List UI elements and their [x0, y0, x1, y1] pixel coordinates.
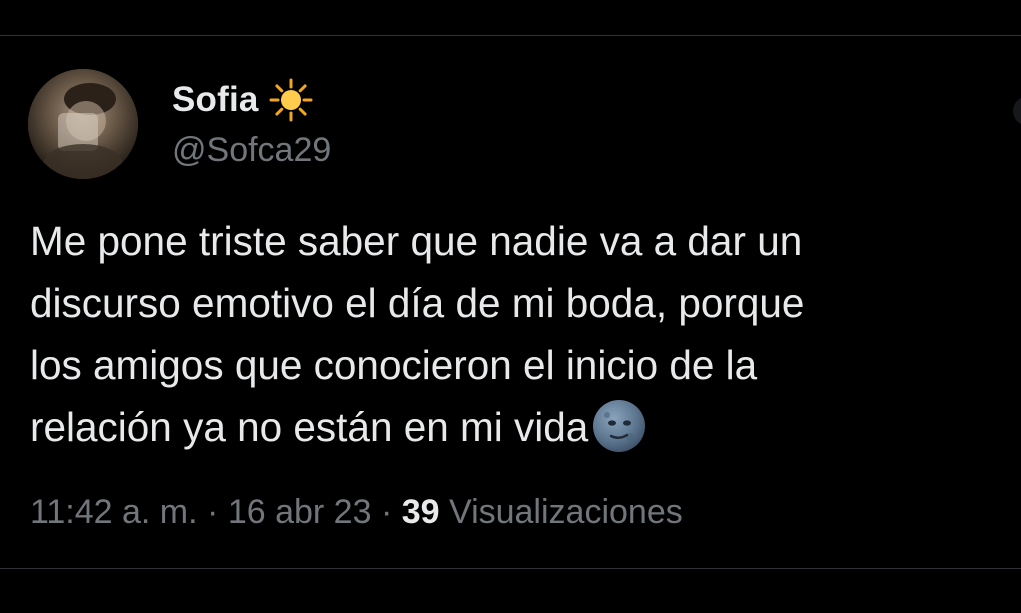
more-options-button[interactable] — [1013, 97, 1021, 125]
tweet-time[interactable]: 11:42 a. m. — [30, 493, 198, 531]
new-moon-face-icon — [593, 400, 646, 452]
tweet-text-line-last: relación ya no están en mi vida — [30, 396, 1015, 458]
more-options-icon — [1013, 97, 1021, 125]
tweet-text-line: discurso emotivo el día de mi boda, porq… — [30, 280, 805, 326]
author-handle[interactable]: @Sofca29 — [172, 128, 331, 172]
avatar[interactable] — [28, 69, 138, 179]
tweet-text-line: relación ya no están en mi vida — [30, 404, 589, 450]
meta-separator: · — [380, 493, 393, 531]
tweet-text-line: Me pone triste saber que nadie va a dar … — [30, 218, 803, 264]
bottom-divider — [0, 568, 1021, 569]
author-name[interactable]: Sofia — [172, 80, 259, 120]
avatar-photo — [28, 69, 138, 179]
views-label: Visualizaciones — [449, 493, 683, 531]
tweet-text-line: los amigos que conocieron el inicio de l… — [30, 342, 758, 388]
tweet-text: Me pone triste saber que nadie va a dar … — [30, 210, 1015, 458]
tweet-date[interactable]: 16 abr 23 — [228, 493, 372, 531]
views-count[interactable]: 39 — [402, 493, 440, 531]
meta-separator: · — [207, 493, 219, 531]
tweet-meta: 11:42 a. m. · 16 abr 23 · 39 Visualizaci… — [30, 488, 683, 536]
tweet-author[interactable]: Sofia — [172, 76, 313, 124]
sun-icon — [269, 78, 313, 122]
top-divider — [0, 35, 1021, 36]
